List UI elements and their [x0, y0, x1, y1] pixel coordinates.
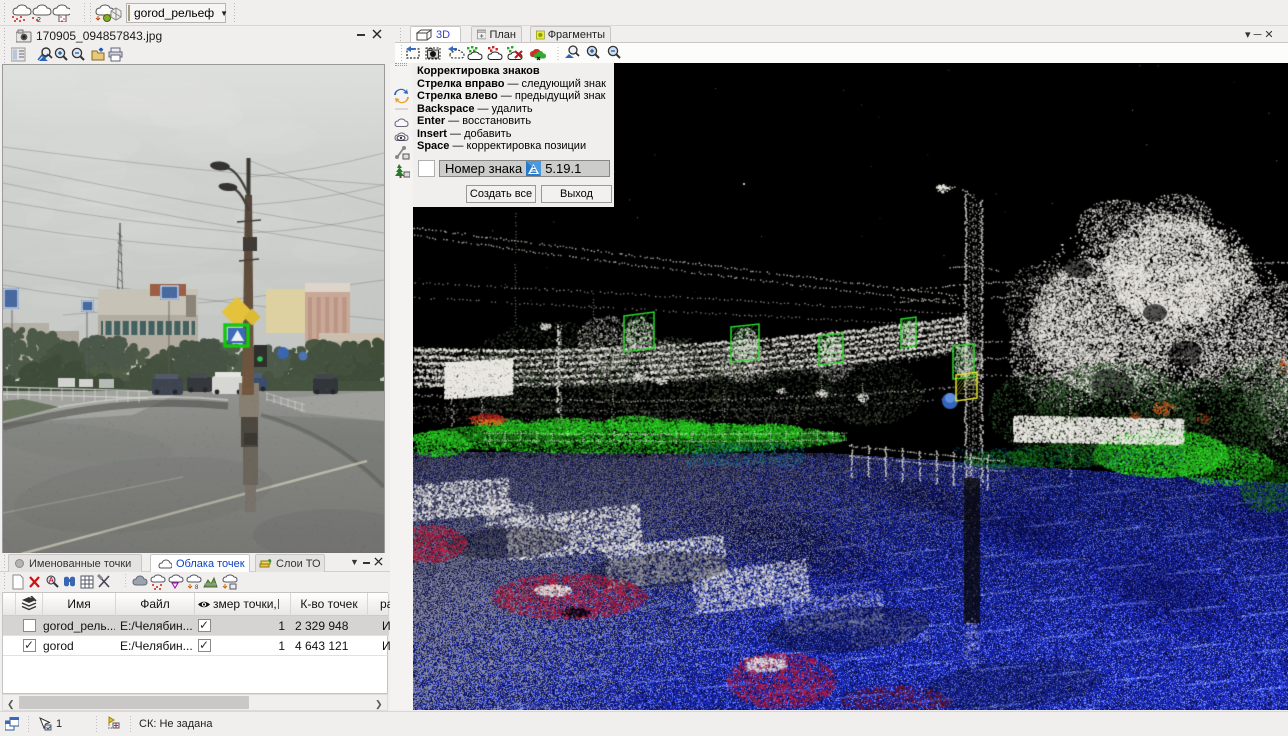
svg-text:A: A — [49, 576, 55, 585]
svg-text:2: 2 — [37, 17, 41, 22]
svg-text:8: 8 — [195, 585, 199, 590]
